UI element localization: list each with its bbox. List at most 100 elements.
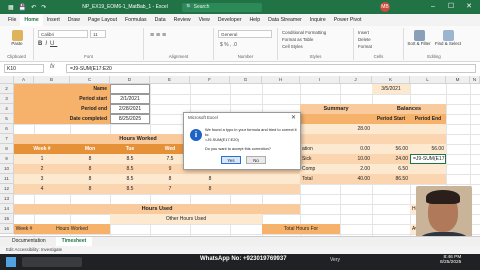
summary-value[interactable]: 10.00 bbox=[340, 154, 372, 164]
column-header[interactable]: C bbox=[70, 76, 110, 84]
hours-header[interactable]: Week # bbox=[14, 144, 70, 154]
column-header[interactable]: M bbox=[446, 76, 470, 84]
hours-cell[interactable]: 1 bbox=[14, 154, 70, 164]
other-hours-label[interactable]: Other Hours Used bbox=[110, 214, 262, 224]
hours-cell[interactable]: 8.5 bbox=[110, 184, 150, 194]
summary-end[interactable] bbox=[410, 164, 446, 174]
row-header[interactable]: 12 bbox=[0, 184, 14, 194]
info-value[interactable] bbox=[110, 84, 150, 94]
summary-start[interactable]: 56.00 bbox=[372, 144, 410, 154]
row-header[interactable]: 3 bbox=[0, 94, 14, 104]
hours-cell[interactable]: 2 bbox=[14, 164, 70, 174]
save-icon[interactable]: 💾 bbox=[19, 4, 26, 11]
tab-power-pivot[interactable]: Power Pivot bbox=[330, 14, 366, 26]
right-date[interactable]: 3/5/2021 bbox=[372, 84, 410, 94]
row-header[interactable]: 9 bbox=[0, 154, 14, 164]
column-header[interactable]: E bbox=[150, 76, 190, 84]
summary-start[interactable]: 24.00 bbox=[372, 154, 410, 164]
info-label[interactable]: Period start bbox=[14, 94, 110, 104]
tab-insert[interactable]: Insert bbox=[43, 14, 64, 26]
tab-file[interactable]: File bbox=[4, 14, 20, 26]
row-header[interactable]: 4 bbox=[0, 104, 14, 114]
format-cells-button[interactable]: Format bbox=[358, 44, 372, 49]
font-style-buttons[interactable]: BIU bbox=[38, 41, 57, 47]
period-start-header[interactable]: Period Start bbox=[372, 114, 410, 124]
taskbar-search[interactable] bbox=[22, 257, 82, 267]
name-box[interactable]: K10 bbox=[4, 64, 44, 73]
tab-help[interactable]: Help bbox=[245, 14, 264, 26]
row-header[interactable]: 14 bbox=[0, 204, 14, 214]
hours-cell[interactable]: 8 bbox=[70, 154, 110, 164]
row-header[interactable]: 2 bbox=[0, 84, 14, 94]
undo-icon[interactable]: ↶ bbox=[31, 4, 36, 11]
column-header[interactable]: G bbox=[230, 76, 262, 84]
column-header[interactable]: D bbox=[110, 76, 150, 84]
yes-button[interactable]: Yes bbox=[221, 156, 241, 164]
tab-formulas[interactable]: Formulas bbox=[121, 14, 151, 26]
hours-header[interactable]: Mon bbox=[70, 144, 110, 154]
column-header[interactable]: N bbox=[470, 76, 480, 84]
sheet-tab-timesheet[interactable]: Timesheet bbox=[55, 236, 93, 247]
hours-cell[interactable]: 8.5 bbox=[110, 174, 150, 184]
hours-cell[interactable]: 8.5 bbox=[110, 164, 150, 174]
info-value[interactable]: 2/28/2021 bbox=[110, 104, 150, 114]
insert-cells-button[interactable]: Insert bbox=[358, 30, 369, 35]
row-header[interactable]: 11 bbox=[0, 174, 14, 184]
font-name-select[interactable]: Calibri bbox=[38, 30, 88, 38]
summary-value[interactable]: 40.00 bbox=[340, 174, 372, 184]
select-all-corner[interactable] bbox=[0, 76, 14, 84]
windows-start-icon[interactable] bbox=[6, 257, 16, 267]
hours-cell[interactable]: 4 bbox=[14, 184, 70, 194]
hours-cell[interactable] bbox=[262, 174, 300, 184]
summary-end[interactable]: 56.00 bbox=[410, 144, 446, 154]
summary-start[interactable]: 86.50 bbox=[372, 174, 410, 184]
hours-worked-label[interactable]: Hours Worked bbox=[34, 224, 110, 234]
column-header[interactable]: A bbox=[14, 76, 34, 84]
column-header[interactable]: H bbox=[262, 76, 300, 84]
info-value[interactable]: 8/25/2025 bbox=[110, 114, 150, 124]
active-edit-cell[interactable]: =J9-SUM(E17:E20 bbox=[410, 154, 446, 164]
column-header[interactable]: B bbox=[34, 76, 70, 84]
sheet-tab-documentation[interactable]: Documentation bbox=[6, 237, 52, 246]
tab-page-layout[interactable]: Page Layout bbox=[84, 14, 121, 26]
hours-cell[interactable] bbox=[262, 184, 300, 194]
hours-cell[interactable]: 8 bbox=[70, 184, 110, 194]
hours-cell[interactable]: 8 bbox=[190, 184, 230, 194]
tab-developer[interactable]: Developer bbox=[214, 14, 246, 26]
delete-cells-button[interactable]: Delete bbox=[358, 37, 371, 42]
hours-cell[interactable]: 8 bbox=[70, 174, 110, 184]
number-format-select[interactable]: General bbox=[218, 30, 272, 38]
summary-end[interactable] bbox=[410, 134, 446, 144]
summary-start[interactable] bbox=[372, 124, 410, 134]
summary-label[interactable]: ation bbox=[300, 144, 340, 154]
search-input[interactable]: 🔍 Search bbox=[182, 3, 262, 12]
period-end-header[interactable]: Period End bbox=[410, 114, 446, 124]
avatar[interactable]: MB bbox=[380, 2, 390, 12]
hours-cell[interactable]: 7 bbox=[150, 184, 190, 194]
hours-cell[interactable]: 8 bbox=[190, 174, 230, 184]
hours-cell[interactable]: 8.5 bbox=[110, 154, 150, 164]
redo-icon[interactable]: ↷ bbox=[41, 4, 46, 11]
hours-used-title[interactable]: Hours Used bbox=[14, 204, 300, 214]
fx-icon[interactable]: fx bbox=[50, 64, 55, 70]
column-header[interactable]: L bbox=[410, 76, 446, 84]
summary-header[interactable] bbox=[300, 114, 372, 124]
row-header[interactable]: 16 bbox=[0, 224, 14, 234]
tab-home[interactable]: Home bbox=[20, 13, 43, 27]
info-label[interactable]: Name bbox=[14, 84, 110, 94]
column-header[interactable]: J bbox=[340, 76, 372, 84]
number-format-buttons[interactable]: $ % , .0 bbox=[220, 42, 237, 48]
row-header[interactable]: 5 bbox=[0, 114, 14, 124]
summary-value[interactable]: 0.00 bbox=[340, 144, 372, 154]
hours-cell[interactable]: 8 bbox=[70, 164, 110, 174]
column-header[interactable]: I bbox=[300, 76, 340, 84]
maximize-icon[interactable]: ☐ bbox=[442, 0, 460, 14]
tab-view[interactable]: View bbox=[195, 14, 214, 26]
row-header[interactable]: 10 bbox=[0, 164, 14, 174]
summary-label[interactable] bbox=[300, 134, 340, 144]
row-header[interactable]: 15 bbox=[0, 214, 14, 224]
summary-value[interactable]: 28.00 bbox=[340, 124, 372, 134]
summary-label[interactable]: Sick bbox=[300, 154, 340, 164]
paste-button[interactable]: Paste bbox=[4, 30, 30, 46]
summary-end[interactable] bbox=[410, 124, 446, 134]
